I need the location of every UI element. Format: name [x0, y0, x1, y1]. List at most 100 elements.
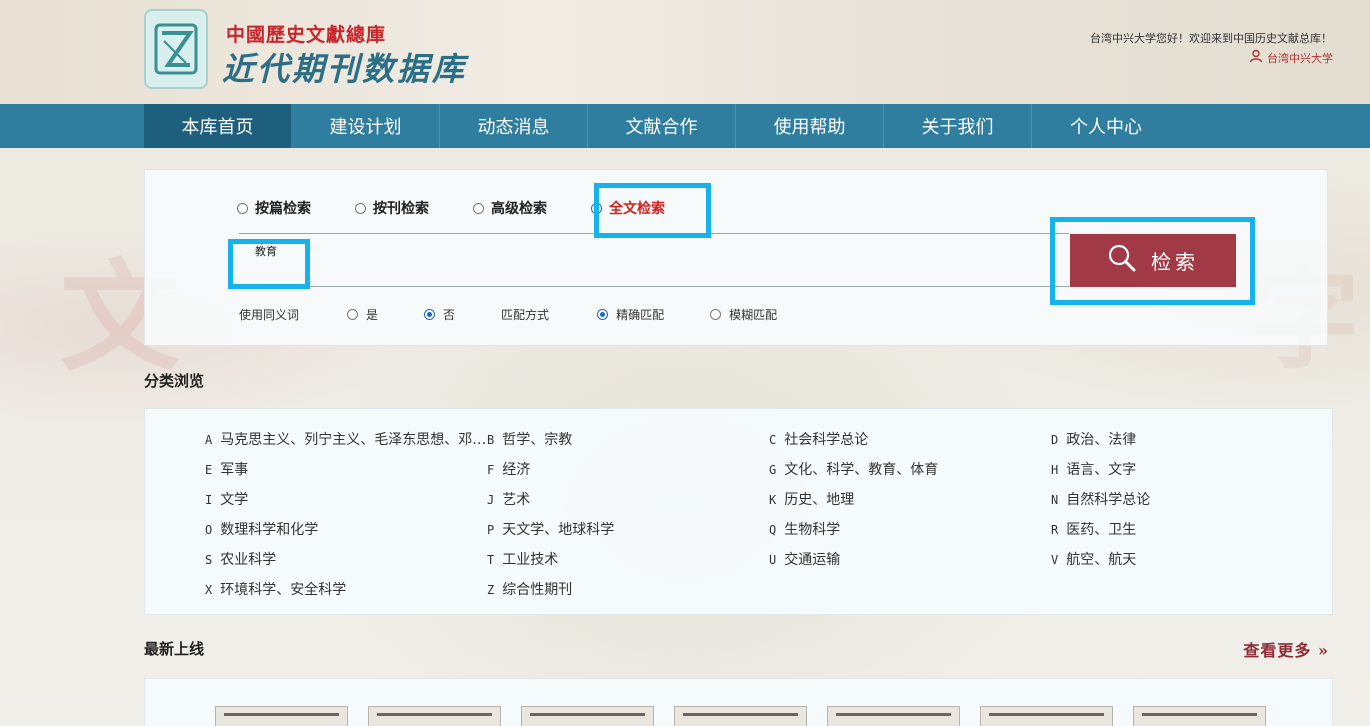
journal-cover-thumbnail[interactable]: [1133, 706, 1266, 726]
match-fuzzy-option[interactable]: 模糊匹配: [710, 306, 777, 323]
category-label: 文化、科学、教育、体育: [784, 462, 939, 478]
category-code: P: [487, 523, 495, 537]
category-label: 语言、文字: [1066, 462, 1137, 478]
category-item[interactable]: Q 生物科学: [769, 519, 1051, 538]
search-mode-label: 按刊检索: [373, 201, 429, 217]
category-item[interactable]: Z 综合性期刊: [487, 579, 769, 598]
journal-cover-thumbnail[interactable]: [368, 706, 501, 726]
category-item[interactable]: G 文化、科学、教育、体育: [769, 459, 1051, 478]
radio-button[interactable]: [710, 309, 722, 320]
category-item[interactable]: S 农业科学: [205, 549, 487, 568]
search-options-row: 使用同义词 是 否 匹配方式 精确匹配 模糊匹配: [239, 306, 823, 323]
match-exact-label: 精确匹配: [616, 308, 665, 322]
category-item[interactable]: N 自然科学总论: [1051, 489, 1333, 508]
category-code: Z: [487, 583, 495, 597]
radio-button[interactable]: [473, 202, 484, 214]
match-mode-label: 匹配方式: [501, 308, 550, 322]
search-input[interactable]: [239, 233, 1069, 287]
journal-cover-thumbnail[interactable]: [215, 706, 348, 726]
latest-section-title: 最新上线: [144, 640, 205, 658]
match-fuzzy-label: 模糊匹配: [729, 308, 778, 322]
journal-cover-thumbnail[interactable]: [674, 706, 807, 726]
radio-button-checked[interactable]: [591, 202, 602, 214]
category-code: D: [1051, 433, 1059, 447]
search-mode-group: 按篇检索 按刊检索 高级检索 全文检索: [237, 198, 709, 218]
category-item[interactable]: K 历史、地理: [769, 489, 1051, 508]
journal-cover-thumbnail[interactable]: [521, 706, 654, 726]
category-item[interactable]: E 军事: [205, 459, 487, 478]
category-item[interactable]: J 艺术: [487, 489, 769, 508]
category-item[interactable]: A 马克思主义、列宁主义、毛泽东思想、邓小平理论: [205, 429, 487, 448]
category-item[interactable]: C 社会科学总论: [769, 429, 1051, 448]
category-code: F: [487, 463, 495, 477]
radio-button[interactable]: [237, 202, 248, 214]
category-label: 工业技术: [502, 552, 559, 568]
category-item[interactable]: F 经济: [487, 459, 769, 478]
category-item[interactable]: H 语言、文字: [1051, 459, 1333, 478]
category-code: H: [1051, 463, 1059, 477]
search-mode-fulltext[interactable]: 全文检索: [591, 198, 665, 218]
category-item[interactable]: X 环境科学、安全科学: [205, 579, 487, 598]
category-item[interactable]: P 天文学、地球科学: [487, 519, 769, 538]
user-account-link[interactable]: 台湾中兴大学: [1249, 49, 1333, 66]
match-exact-option[interactable]: 精确匹配: [597, 306, 664, 323]
main-nav: 本库首页 建设计划 动态消息 文献合作 使用帮助 关于我们 个人中心: [0, 104, 1370, 148]
logo-title[interactable]: 中國歷史文獻總庫: [226, 20, 386, 47]
category-item[interactable]: O 数理科学和化学: [205, 519, 487, 538]
category-code: G: [769, 463, 777, 477]
journal-cover-thumbnail[interactable]: [980, 706, 1113, 726]
logo-subtitle[interactable]: 近代期刊数据库: [222, 44, 467, 90]
search-panel: 按篇检索 按刊检索 高级检索 全文检索 检索 使用同义词 是: [144, 169, 1328, 346]
category-label: 经济: [502, 462, 531, 478]
category-code: X: [205, 583, 213, 597]
nav-item-about[interactable]: 关于我们: [884, 104, 1032, 148]
search-mode-advanced[interactable]: 高级检索: [473, 198, 547, 218]
category-item[interactable]: U 交通运输: [769, 549, 1051, 568]
category-code: Q: [769, 523, 777, 537]
category-code: A: [205, 433, 213, 447]
category-code: T: [487, 553, 495, 567]
synonym-no-option[interactable]: 否: [424, 306, 455, 323]
nav-item-profile[interactable]: 个人中心: [1032, 104, 1180, 148]
category-item[interactable]: B 哲学、宗教: [487, 429, 769, 448]
search-mode-article[interactable]: 按篇检索: [237, 198, 311, 218]
category-code: N: [1051, 493, 1059, 507]
synonym-yes-option[interactable]: 是: [347, 306, 378, 323]
nav-item-help[interactable]: 使用帮助: [736, 104, 884, 148]
nav-item-home[interactable]: 本库首页: [144, 104, 292, 148]
category-section-title: 分类浏览: [144, 372, 205, 390]
category-item[interactable]: V 航空、航天: [1051, 549, 1333, 568]
nav-item-news[interactable]: 动态消息: [440, 104, 588, 148]
radio-button[interactable]: [347, 309, 359, 320]
category-label: 天文学、地球科学: [502, 522, 615, 538]
view-more-link[interactable]: 查看更多 »: [1243, 637, 1329, 661]
radio-button-checked[interactable]: [424, 309, 436, 320]
radio-button-checked[interactable]: [597, 309, 609, 320]
category-code: K: [769, 493, 777, 507]
category-label: 历史、地理: [784, 492, 855, 508]
category-item[interactable]: R 医药、卫生: [1051, 519, 1333, 538]
latest-panel: [144, 678, 1333, 726]
search-mode-journal[interactable]: 按刊检索: [355, 198, 429, 218]
category-item[interactable]: D 政治、法律: [1051, 429, 1333, 448]
category-label: 社会科学总论: [784, 432, 869, 448]
nav-item-cooperation[interactable]: 文献合作: [588, 104, 736, 148]
nav-item-plan[interactable]: 建设计划: [292, 104, 440, 148]
journal-cover-thumbnail[interactable]: [827, 706, 960, 726]
radio-button[interactable]: [355, 202, 366, 214]
category-label: 环境科学、安全科学: [220, 582, 347, 598]
category-label: 马克思主义、列宁主义、毛泽东思想、邓小平理论: [220, 432, 487, 448]
category-label: 哲学、宗教: [502, 432, 573, 448]
category-label: 自然科学总论: [1066, 492, 1151, 508]
category-code: V: [1051, 553, 1059, 567]
category-item[interactable]: T 工业技术: [487, 549, 769, 568]
category-item[interactable]: I 文学: [205, 489, 487, 508]
category-label: 艺术: [502, 492, 531, 508]
category-code: S: [205, 553, 213, 567]
category-code: E: [205, 463, 213, 477]
category-code: U: [769, 553, 777, 567]
search-button[interactable]: 检索: [1070, 234, 1236, 287]
search-mode-label: 高级检索: [491, 201, 547, 217]
logo-emblem-icon[interactable]: [144, 9, 208, 89]
synonym-label: 使用同义词: [239, 308, 300, 322]
